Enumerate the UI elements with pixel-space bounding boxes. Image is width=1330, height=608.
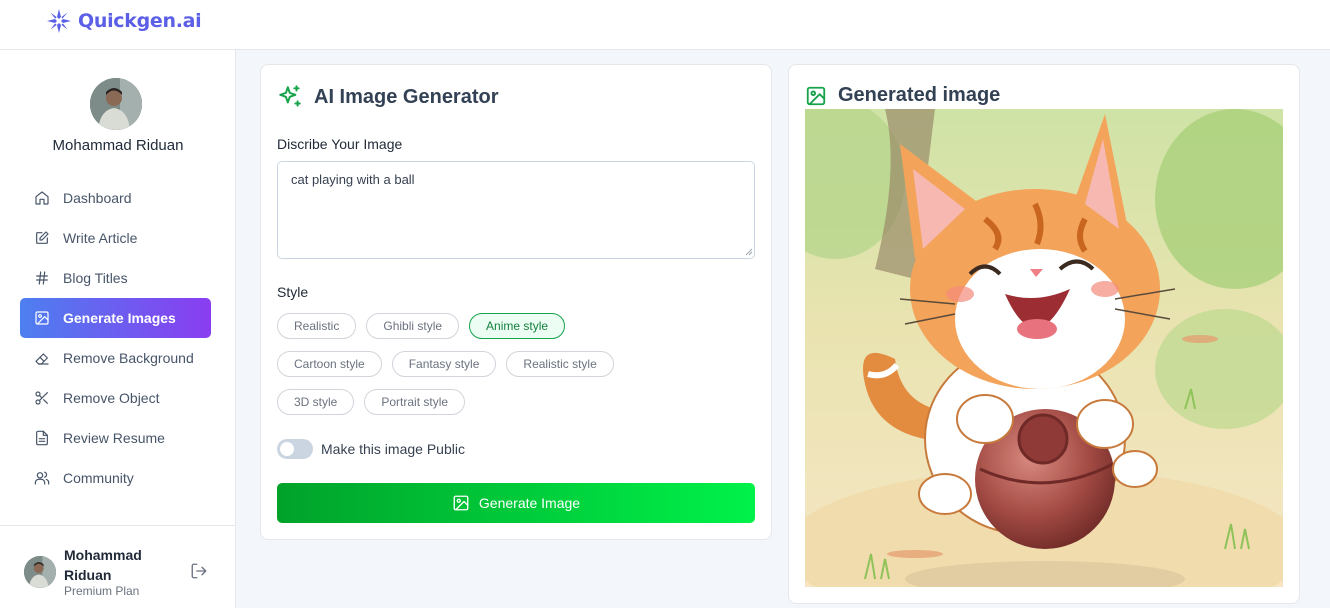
sparkle-logo-icon (47, 9, 71, 33)
top-bar: Quickgen.ai (0, 0, 1330, 50)
result-title: Generated image (805, 84, 1000, 107)
image-icon (35, 311, 49, 325)
sidebar-item-label: Blog Titles (63, 270, 128, 286)
toggle-knob (280, 442, 294, 456)
sidebar-item-remove-object[interactable]: Remove Object (20, 378, 211, 418)
style-chip-anime[interactable]: Anime style (469, 313, 566, 339)
scissors-icon (35, 391, 48, 405)
footer-user-name: Mohammad Riduan (64, 547, 142, 583)
style-options: Realistic Ghibli style Anime style Carto… (277, 313, 757, 427)
prompt-label: Discribe Your Image (277, 136, 403, 152)
image-icon (453, 495, 469, 511)
style-chip-fantasy[interactable]: Fantasy style (391, 351, 497, 377)
file-text-icon (36, 430, 48, 446)
sidebar-item-label: Review Resume (63, 430, 165, 446)
sidebar: Mohammad Riduan Dashboard Write Article … (0, 50, 236, 608)
sidebar-item-label: Write Article (63, 230, 138, 246)
prompt-textarea[interactable] (277, 161, 755, 259)
sparkles-icon (279, 85, 301, 107)
sidebar-item-label: Remove Background (63, 350, 194, 366)
style-chip-realistic-style[interactable]: Realistic style (506, 351, 614, 377)
public-toggle[interactable] (277, 439, 313, 459)
sidebar-item-write-article[interactable]: Write Article (20, 218, 211, 258)
style-chip-3d[interactable]: 3D style (277, 389, 355, 415)
logo[interactable]: Quickgen.ai (46, 8, 202, 34)
style-chip-cartoon[interactable]: Cartoon style (277, 351, 382, 377)
generator-title: AI Image Generator (277, 84, 499, 110)
sidebar-item-blog-titles[interactable]: Blog Titles (20, 258, 211, 298)
edit-icon (36, 231, 49, 244)
generator-title-text: AI Image Generator (314, 85, 499, 108)
result-card: Generated image (788, 64, 1300, 604)
sidebar-nav: Dashboard Write Article Blog Titles Gene… (20, 178, 211, 498)
eraser-icon (35, 353, 49, 365)
style-chip-ghibli[interactable]: Ghibli style (366, 313, 460, 339)
sidebar-item-label: Community (63, 470, 134, 486)
generated-image[interactable] (805, 109, 1283, 587)
footer-plan: Premium Plan (64, 584, 140, 598)
style-label: Style (277, 284, 309, 300)
image-icon (806, 86, 826, 105)
resize-grip-icon[interactable] (745, 248, 753, 256)
sidebar-item-remove-background[interactable]: Remove Background (20, 338, 211, 378)
sidebar-item-dashboard[interactable]: Dashboard (20, 178, 211, 218)
public-toggle-label: Make this image Public (321, 441, 465, 457)
generator-card: AI Image Generator Discribe Your Image S… (260, 64, 772, 540)
profile-avatar (90, 78, 142, 130)
users-icon (34, 471, 50, 485)
style-chip-portrait[interactable]: Portrait style (364, 389, 466, 415)
sidebar-item-label: Generate Images (63, 310, 176, 326)
sidebar-item-review-resume[interactable]: Review Resume (20, 418, 211, 458)
sidebar-item-label: Dashboard (63, 190, 132, 206)
sidebar-item-generate-images[interactable]: Generate Images (20, 298, 211, 338)
brand-name: Quickgen.ai (78, 10, 202, 32)
footer-avatar[interactable] (24, 556, 56, 588)
generate-image-button[interactable]: Generate Image (277, 483, 755, 523)
sidebar-item-label: Remove Object (63, 390, 160, 406)
hash-icon (36, 271, 48, 285)
style-chip-realistic[interactable]: Realistic (277, 313, 357, 339)
sidebar-footer: Mohammad Riduan Premium Plan (0, 525, 236, 608)
result-title-text: Generated image (838, 84, 1001, 106)
profile-name: Mohammad Riduan (52, 137, 184, 154)
generate-button-label: Generate Image (478, 495, 581, 511)
public-toggle-row: Make this image Public (277, 439, 465, 459)
logout-icon[interactable] (190, 562, 208, 580)
home-icon (35, 191, 49, 205)
sidebar-item-community[interactable]: Community (20, 458, 211, 498)
